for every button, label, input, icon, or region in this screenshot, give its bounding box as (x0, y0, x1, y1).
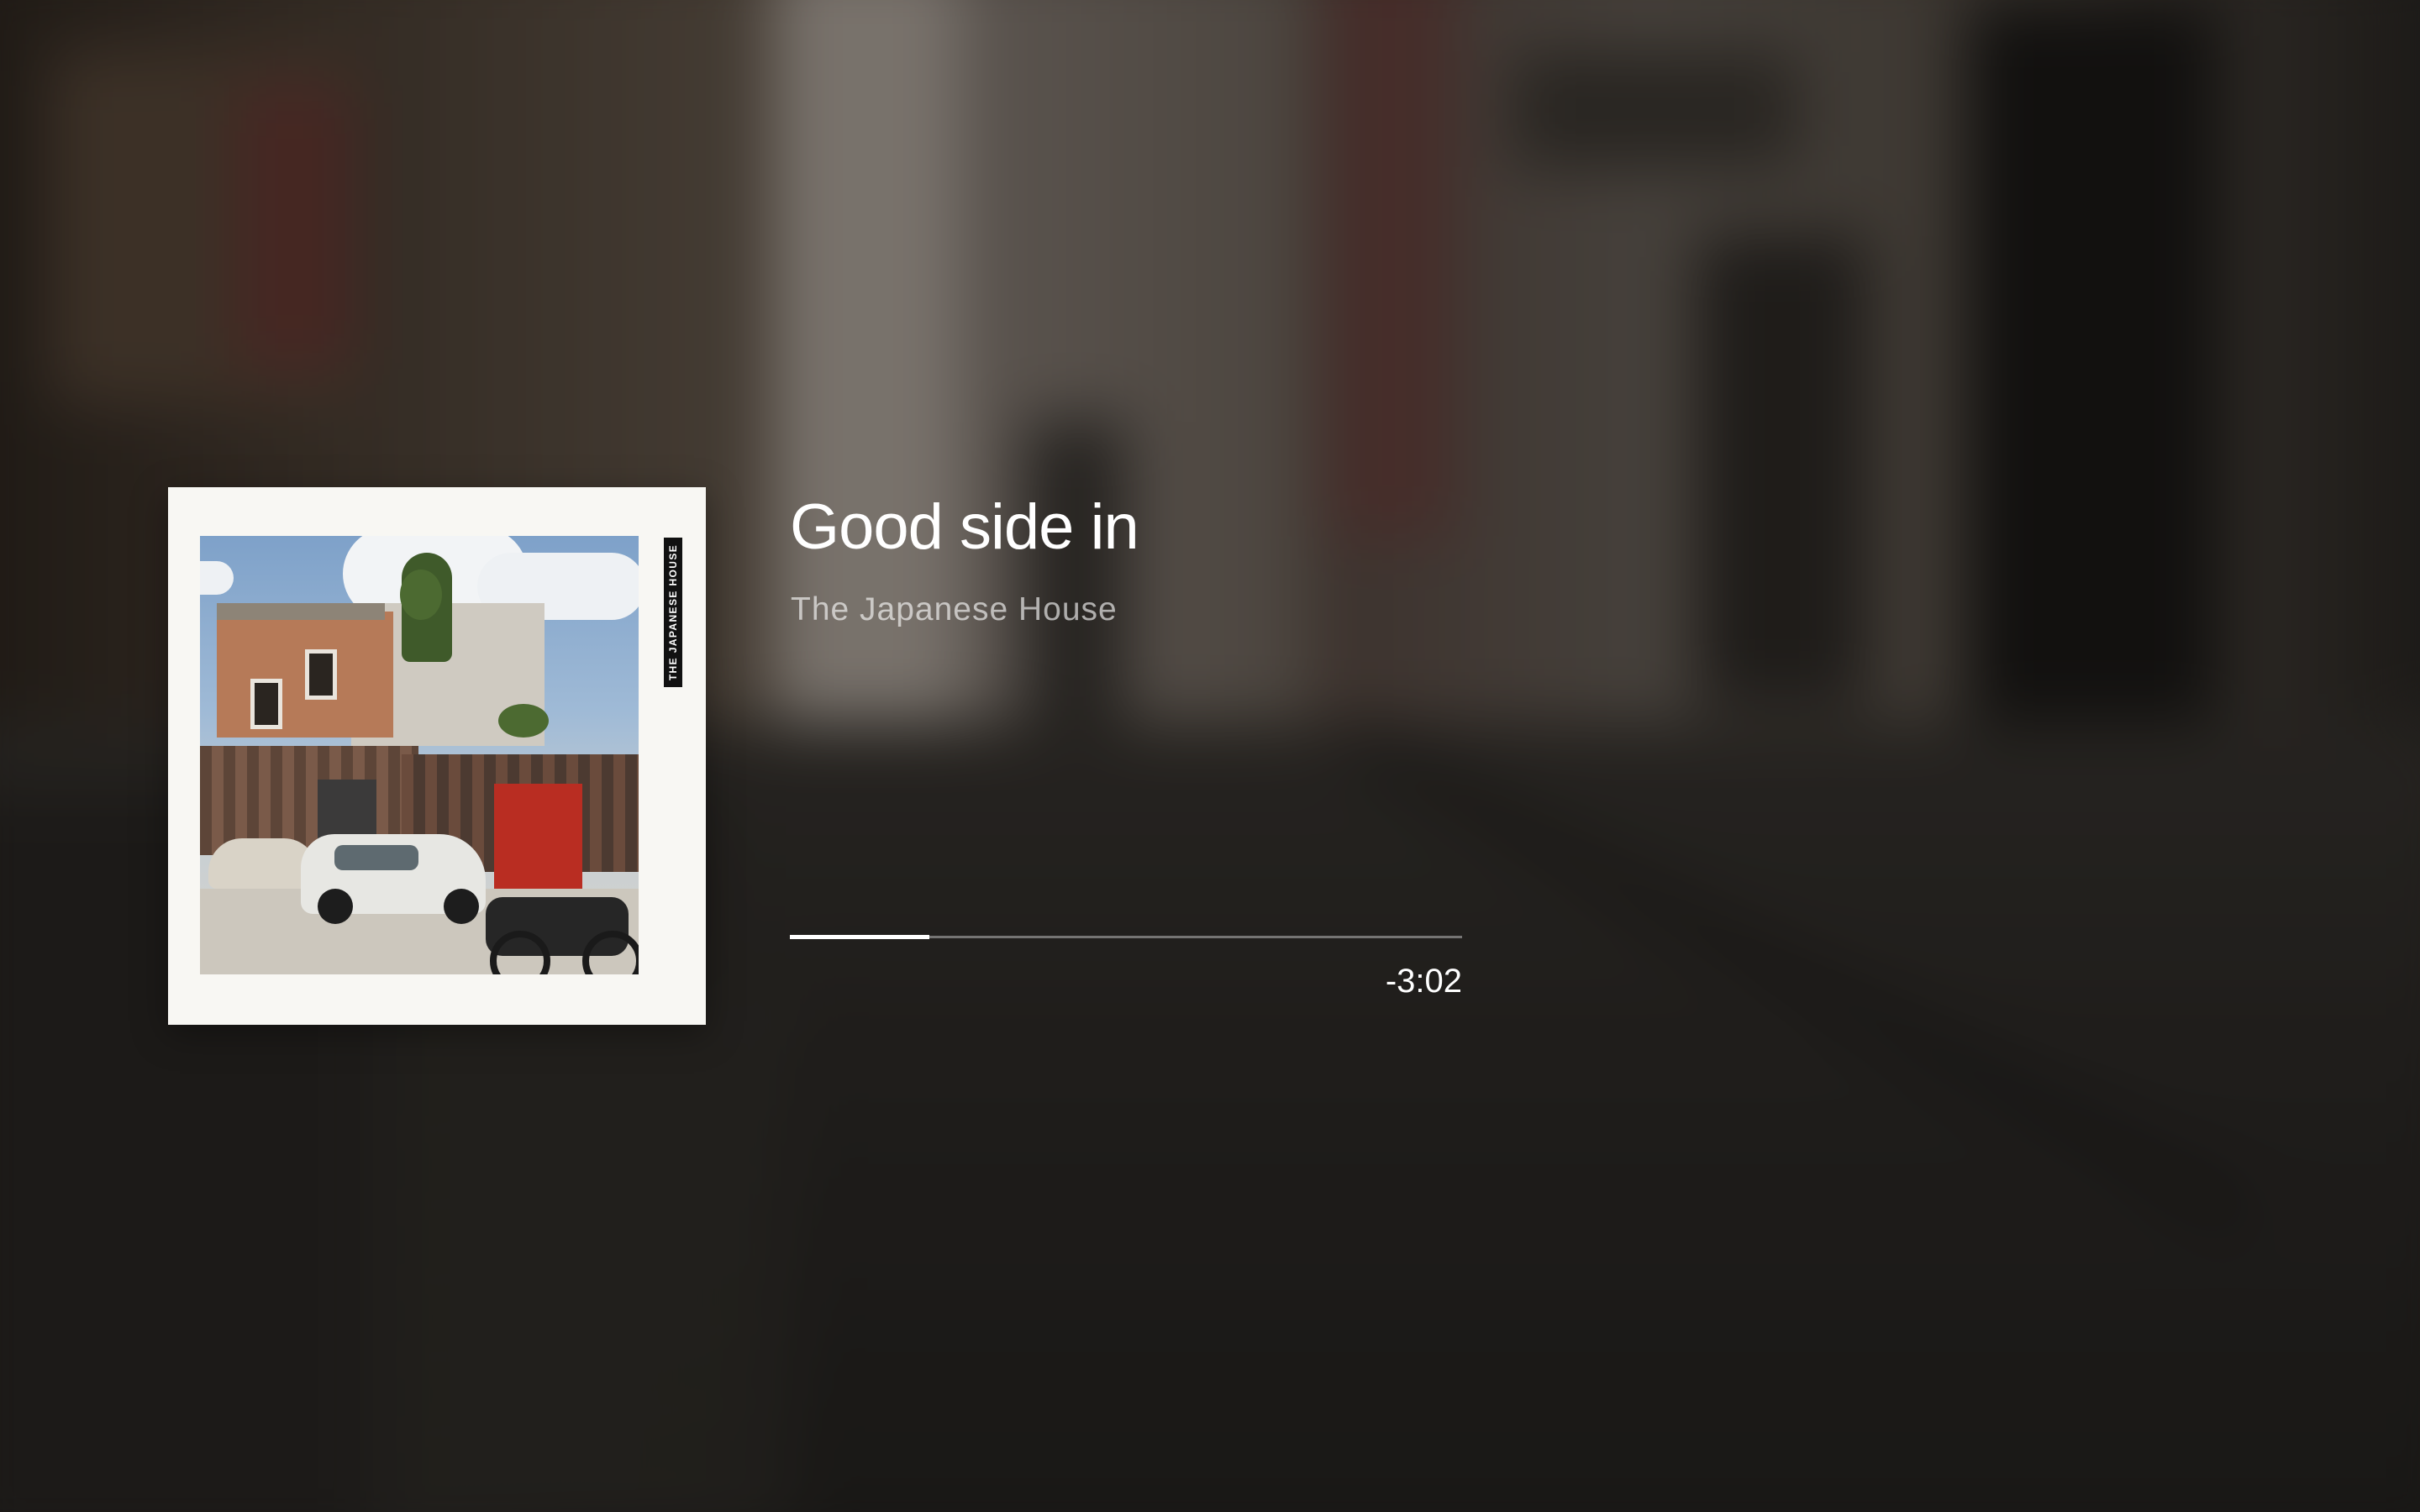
artist-name: The Japanese House (791, 591, 1118, 627)
album-spine-text: THE JAPANESE HOUSE (667, 543, 679, 681)
progress-fill (790, 935, 929, 939)
album-artwork: THE JAPANESE HOUSE (168, 487, 706, 1025)
album-spine-label: THE JAPANESE HOUSE (664, 538, 682, 687)
playback-progress-bar[interactable] (790, 935, 1462, 940)
track-title: Good side in (790, 491, 1139, 563)
time-remaining: -3:02 (1385, 963, 1462, 1000)
now-playing-screen: THE JAPANESE HOUSE Good side in The Japa… (0, 0, 2420, 1512)
album-photo (200, 536, 639, 974)
